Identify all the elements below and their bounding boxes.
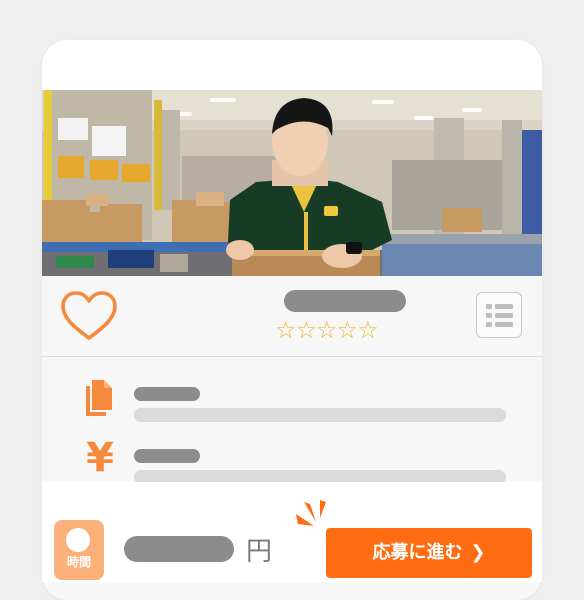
- job-detail-row: [42, 378, 542, 438]
- bottom-action-bar: 時間 円 応募に進む ❯: [42, 482, 542, 582]
- clock-icon: [66, 528, 90, 552]
- company-name-placeholder: [284, 290, 406, 312]
- card-header-space: [42, 40, 542, 90]
- list-icon[interactable]: [476, 292, 522, 338]
- currency-unit: 円: [246, 537, 273, 567]
- document-icon: [86, 380, 112, 416]
- chevron-right-icon: ❯: [470, 542, 486, 563]
- job-summary-row: ☆☆☆☆☆: [42, 276, 542, 356]
- detail-text-placeholder: [134, 408, 506, 422]
- hourly-badge: 時間: [54, 520, 104, 580]
- job-photo[interactable]: [42, 90, 542, 276]
- heart-icon[interactable]: [60, 290, 118, 342]
- apply-button-label: 応募に進む: [372, 542, 463, 563]
- section-divider: [42, 356, 542, 357]
- apply-button[interactable]: 応募に進む ❯: [326, 528, 532, 578]
- wage-placeholder: [124, 536, 234, 562]
- time-label: 時間: [66, 555, 91, 569]
- rating-stars: ☆☆☆☆☆: [275, 316, 379, 344]
- salary-title-placeholder: [134, 449, 200, 463]
- yen-icon: ¥: [86, 435, 114, 481]
- detail-title-placeholder: [134, 387, 200, 401]
